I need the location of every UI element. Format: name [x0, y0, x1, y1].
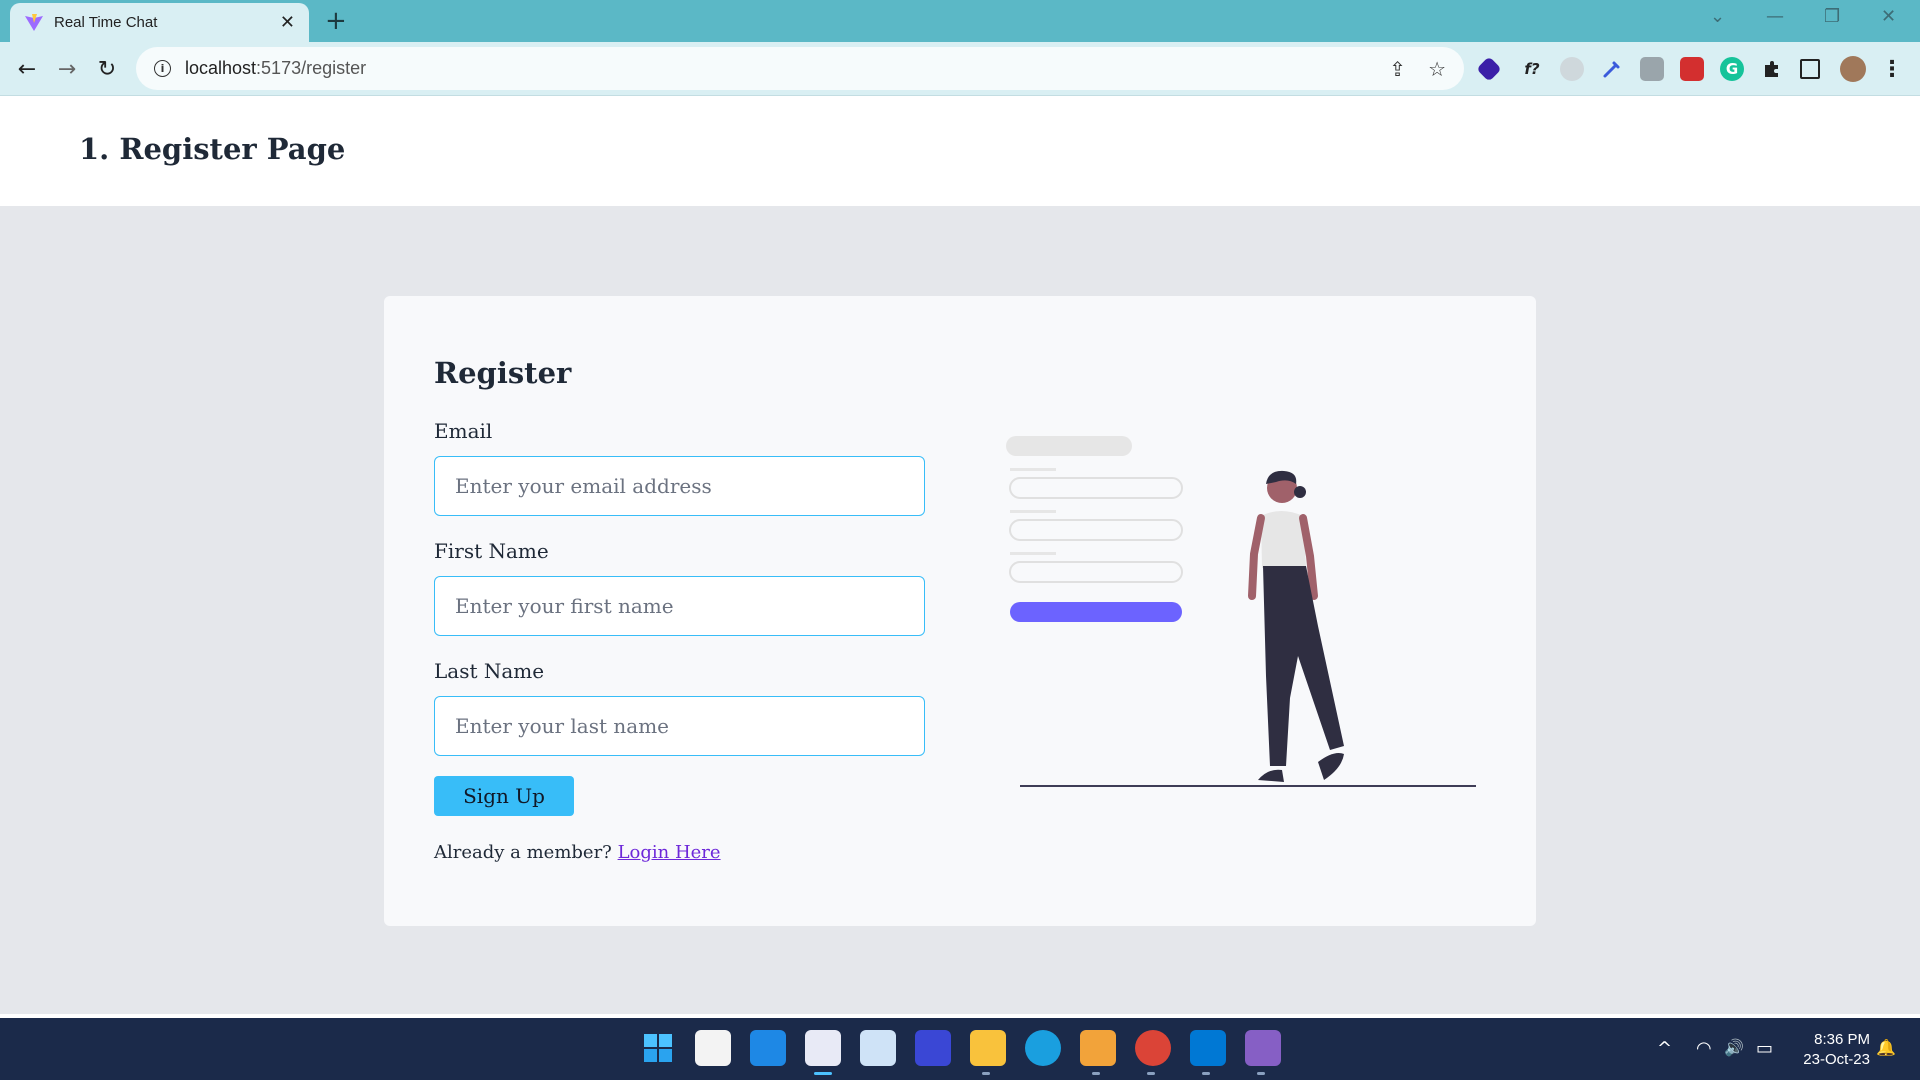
running-indicator: [1257, 1072, 1265, 1075]
battery-icon[interactable]: ▭: [1756, 1038, 1773, 1059]
microsoft-store-icon[interactable]: [695, 1030, 731, 1066]
login-prompt: Already a member? Login Here: [434, 842, 721, 863]
running-indicator: [1092, 1072, 1100, 1075]
restore-button[interactable]: ❐: [1824, 6, 1840, 27]
reload-button[interactable]: ↻: [92, 54, 122, 84]
extensions-puzzle-icon[interactable]: [1760, 57, 1784, 81]
file-explorer-icon[interactable]: [970, 1030, 1006, 1066]
first-name-placeholder: Enter your first name: [455, 594, 674, 618]
form-heading: Register: [434, 356, 572, 390]
snipping-tool-icon[interactable]: [805, 1030, 841, 1066]
side-panel-icon[interactable]: [1800, 59, 1820, 79]
windows-taskbar: ^ ◠ 🔊 ▭ 8:36 PM 23-Oct-23 🔔: [0, 1018, 1920, 1080]
running-indicator: [982, 1072, 990, 1075]
bookmark-star-icon[interactable]: ☆: [1428, 57, 1446, 81]
share-icon[interactable]: ⇪: [1389, 57, 1406, 81]
first-name-field[interactable]: Enter your first name: [434, 576, 925, 636]
reload-icon: ↻: [97, 56, 117, 82]
back-arrow-icon: ←: [17, 56, 37, 82]
forward-button[interactable]: →: [52, 54, 82, 84]
browser-tab-strip: Real Time Chat ✕ + ⌄ — ❐ ✕: [0, 0, 1920, 42]
omnibox-actions: ⇪ ☆: [1389, 57, 1446, 81]
browser-tab[interactable]: Real Time Chat ✕: [10, 3, 309, 42]
mail-utility-icon[interactable]: [1080, 1030, 1116, 1066]
formula-extension-icon[interactable]: f?: [1520, 57, 1544, 81]
red-extension-icon[interactable]: [1680, 57, 1704, 81]
running-indicator: [1147, 1072, 1155, 1075]
edge-icon[interactable]: [1025, 1030, 1061, 1066]
url-text: localhost:5173/register: [185, 58, 366, 79]
last-name-field[interactable]: Enter your last name: [434, 696, 925, 756]
clock-time: 8:36 PM: [1814, 1031, 1870, 1048]
sign-up-button[interactable]: Sign Up: [434, 776, 574, 816]
email-field[interactable]: Enter your email address: [434, 456, 925, 516]
volume-icon[interactable]: 🔊: [1724, 1038, 1744, 1057]
windows-start-icon[interactable]: [640, 1030, 676, 1066]
new-tab-button[interactable]: +: [325, 6, 347, 36]
page-title: 1. Register Page: [79, 132, 346, 166]
last-name-placeholder: Enter your last name: [455, 714, 669, 738]
first-name-label: First Name: [434, 539, 549, 563]
mail-icon[interactable]: [750, 1030, 786, 1066]
email-label: Email: [434, 419, 493, 443]
register-card: Register Email Enter your email address …: [384, 296, 1536, 926]
close-window-button[interactable]: ✕: [1881, 6, 1896, 27]
notification-bell-icon[interactable]: 🔔: [1876, 1038, 1896, 1057]
email-placeholder: Enter your email address: [455, 474, 712, 498]
chrome-icon[interactable]: [1135, 1030, 1171, 1066]
url-path: :5173/register: [256, 58, 367, 78]
login-link[interactable]: Login Here: [618, 842, 721, 863]
compass-extension-icon[interactable]: [1560, 57, 1584, 81]
browser-menu-icon[interactable]: ⋮: [1880, 57, 1904, 82]
browser-toolbar: ← → ↻ i localhost:5173/register ⇪ ☆: [0, 42, 1920, 96]
last-name-label: Last Name: [434, 659, 545, 683]
puzzle-glyph-icon: [1765, 61, 1778, 77]
azure-data-studio-icon[interactable]: [915, 1030, 951, 1066]
tab-close-icon[interactable]: ✕: [280, 12, 295, 33]
wifi-icon[interactable]: ◠: [1696, 1038, 1712, 1059]
address-bar[interactable]: i localhost:5173/register ⇪ ☆: [136, 47, 1464, 90]
active-app-indicator: [814, 1072, 832, 1075]
member-text: Already a member?: [434, 842, 612, 863]
grammarly-extension-icon[interactable]: G: [1720, 57, 1744, 81]
resource-monitor-icon[interactable]: [860, 1030, 896, 1066]
sign-up-illustration: [1006, 436, 1476, 787]
show-hidden-icons[interactable]: ^: [1657, 1038, 1672, 1059]
eyedropper-glyph-icon: [1603, 61, 1620, 78]
site-info-icon[interactable]: i: [154, 60, 171, 77]
running-indicator: [1202, 1072, 1210, 1075]
page-header: 1. Register Page: [0, 96, 1920, 206]
profile-avatar[interactable]: [1840, 56, 1866, 82]
visual-studio-icon[interactable]: [1245, 1030, 1281, 1066]
tab-title: Real Time Chat: [54, 14, 158, 31]
taskbar-clock[interactable]: 8:36 PM 23-Oct-23: [1790, 1030, 1870, 1070]
clock-date: 23-Oct-23: [1803, 1051, 1870, 1068]
eyedropper-extension-icon[interactable]: [1600, 57, 1624, 81]
back-button[interactable]: ←: [12, 54, 42, 84]
forward-arrow-icon: →: [57, 56, 77, 82]
windows-logo-icon: [644, 1034, 672, 1062]
url-host: localhost: [185, 58, 257, 78]
camera-extension-icon[interactable]: [1640, 57, 1664, 81]
vite-logo-icon: [25, 13, 43, 31]
tab-search-icon[interactable]: ⌄: [1710, 6, 1725, 27]
minimize-button[interactable]: —: [1766, 6, 1784, 27]
vscode-icon[interactable]: [1190, 1030, 1226, 1066]
